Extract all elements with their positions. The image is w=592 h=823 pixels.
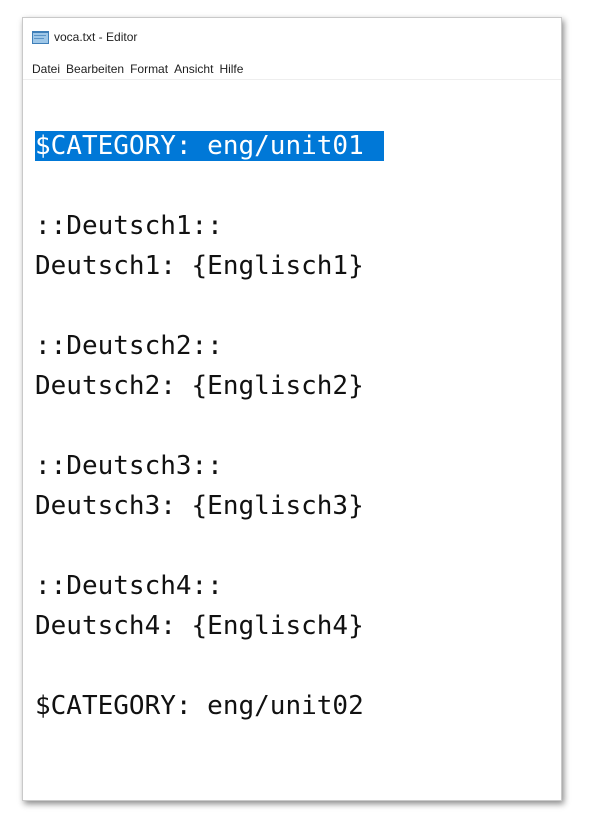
menu-item-ansicht[interactable]: Ansicht — [174, 62, 213, 76]
notepad-icon — [32, 30, 49, 44]
window-title: voca.txt - Editor — [54, 30, 138, 44]
text-line[interactable]: ::Deutsch1:: — [35, 206, 553, 246]
title-bar[interactable]: voca.txt - Editor — [23, 18, 561, 56]
text-line[interactable]: ::Deutsch3:: — [35, 446, 553, 486]
text-line[interactable]: Deutsch2: {Englisch2} — [35, 366, 553, 406]
menu-item-bearbeiten[interactable]: Bearbeiten — [66, 62, 124, 76]
text-line[interactable]: $CATEGORY: eng/unit01 — [35, 126, 553, 166]
text-line[interactable]: Deutsch3: {Englisch3} — [35, 486, 553, 526]
text-line[interactable] — [35, 166, 553, 206]
text-line[interactable]: $CATEGORY: eng/unit02 — [35, 686, 553, 726]
text-editor-area[interactable]: $CATEGORY: eng/unit01 ::Deutsch1:: Deuts… — [35, 126, 553, 792]
selected-text[interactable]: $CATEGORY: eng/unit01 — [35, 131, 384, 161]
text-line[interactable] — [35, 286, 553, 326]
editor-window: voca.txt - Editor Datei Bearbeiten Forma… — [22, 17, 562, 801]
text-line[interactable] — [35, 526, 553, 566]
menu-bar: Datei Bearbeiten Format Ansicht Hilfe — [23, 58, 561, 80]
text-line[interactable]: Deutsch4: {Englisch4} — [35, 606, 553, 646]
menu-item-format[interactable]: Format — [130, 62, 168, 76]
menu-item-datei[interactable]: Datei — [32, 62, 60, 76]
text-line[interactable]: ::Deutsch4:: — [35, 566, 553, 606]
text-line[interactable] — [35, 646, 553, 686]
text-line[interactable]: Deutsch1: {Englisch1} — [35, 246, 553, 286]
menu-item-hilfe[interactable]: Hilfe — [219, 62, 243, 76]
text-line[interactable] — [35, 406, 553, 446]
text-line[interactable]: ::Deutsch2:: — [35, 326, 553, 366]
